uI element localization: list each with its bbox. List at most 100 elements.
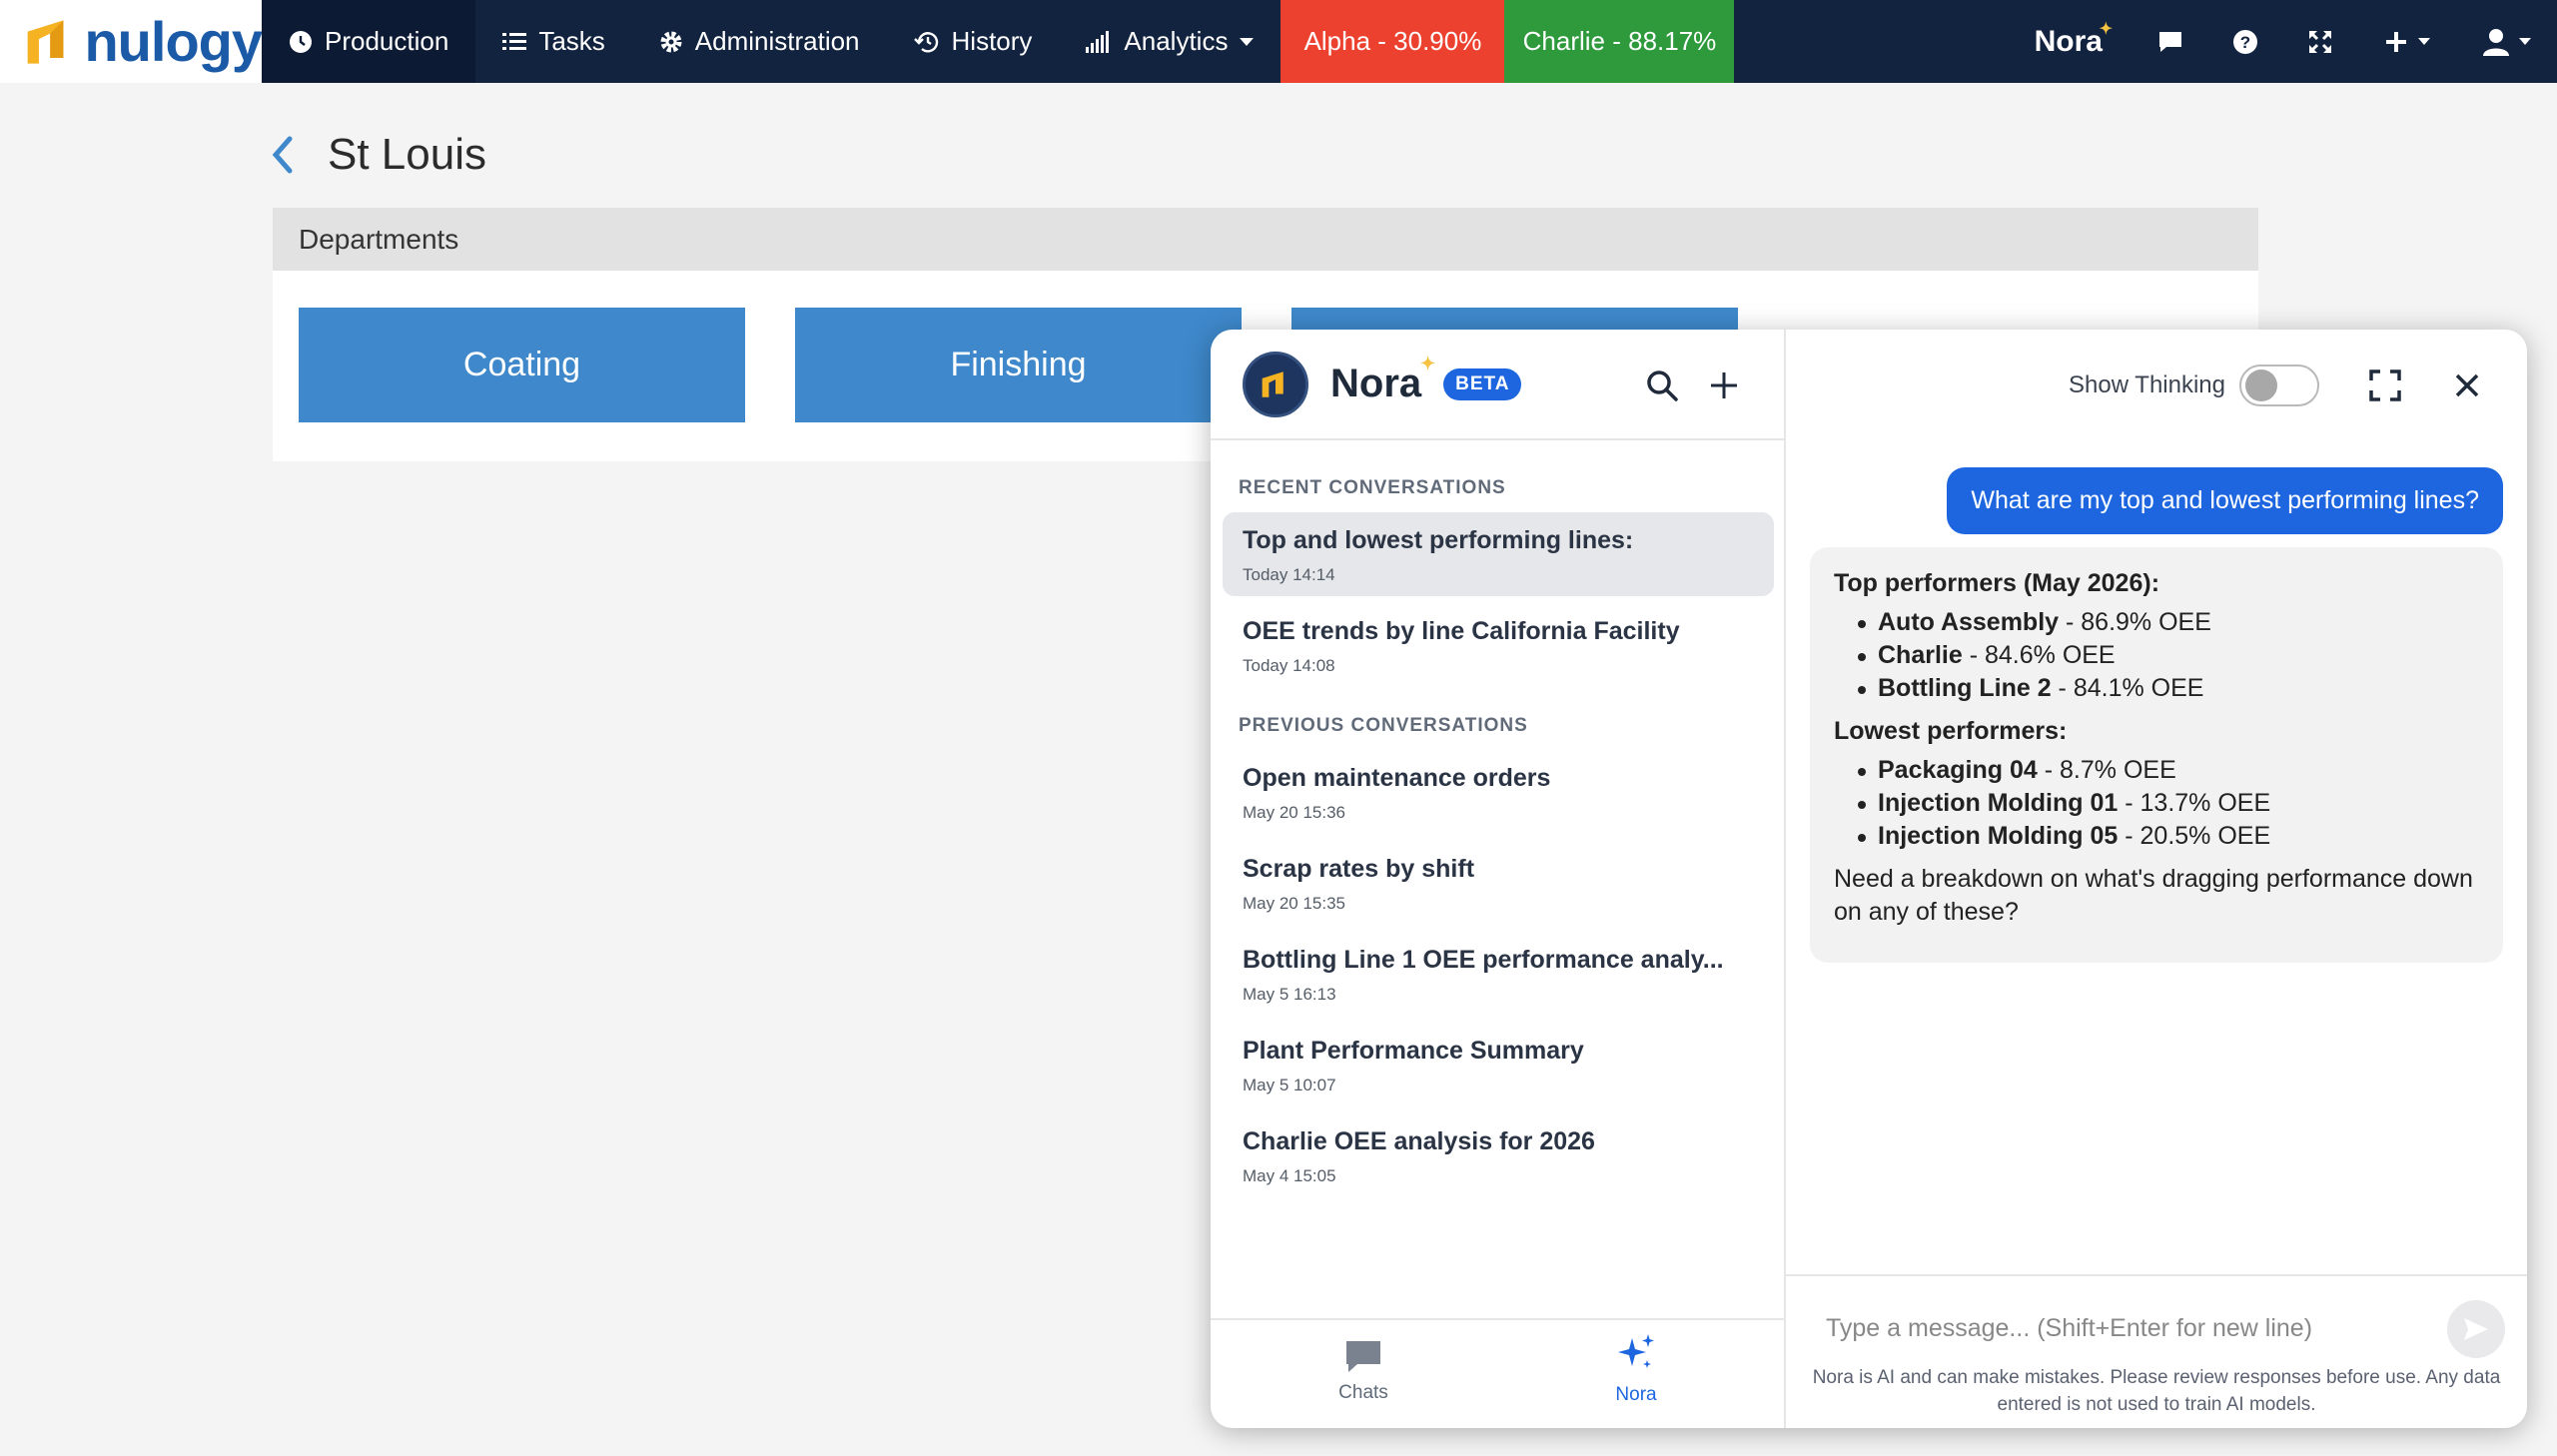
clock-icon — [290, 30, 312, 53]
close-icon[interactable] — [2447, 365, 2487, 405]
chat-bubble-icon — [1346, 1341, 1380, 1372]
previous-conversations-label: PREVIOUS CONVERSATIONS — [1239, 715, 1528, 736]
conversation-title: Charlie OEE analysis for 2026 — [1243, 1127, 1595, 1155]
nora-assistant-panel: Nora ✦ BETA RECENT CONVERSATIONS Top and … — [1211, 330, 2527, 1428]
chat-area: Show Thinking What are my top and lowest… — [1786, 330, 2527, 1428]
list-item: Injection Molding 01 - 13.7% OEE — [1858, 787, 2479, 820]
sparkle-icon — [1618, 1334, 1654, 1368]
svg-text:?: ? — [2239, 33, 2249, 52]
fullscreen-icon[interactable] — [2282, 0, 2357, 83]
tab-nora-label: Nora — [1615, 1384, 1657, 1405]
nav-analytics-label: Analytics — [1124, 26, 1229, 56]
conversation-item[interactable]: Open maintenance orders May 20 15:36 — [1223, 750, 1774, 834]
nora-title-text: Nora — [1330, 362, 1422, 405]
nav-administration[interactable]: Administration — [632, 0, 887, 83]
caret-down-icon — [1240, 37, 1255, 46]
beta-badge: BETA — [1443, 367, 1522, 400]
caret-down-icon — [2519, 38, 2531, 45]
message-input[interactable] — [1826, 1306, 2385, 1350]
conversation-title: Top and lowest performing lines: — [1243, 526, 1634, 554]
conversation-sidebar: Nora ✦ BETA RECENT CONVERSATIONS Top and … — [1211, 330, 1786, 1428]
conversation-title: Bottling Line 1 OEE performance analy... — [1243, 946, 1724, 974]
conversation-item[interactable]: Bottling Line 1 OEE performance analy...… — [1223, 932, 1774, 1016]
user-icon — [2483, 28, 2509, 56]
nav-tasks-label: Tasks — [538, 26, 605, 56]
add-menu-button[interactable] — [2357, 0, 2457, 83]
history-icon — [913, 31, 938, 52]
conversation-time: Today 14:08 — [1243, 656, 1335, 675]
nav-production-label: Production — [325, 26, 449, 56]
nora-launcher-label: Nora — [2034, 24, 2103, 58]
page-header: St Louis — [270, 130, 486, 180]
ai-disclaimer: Nora is AI and can make mistakes. Please… — [1812, 1367, 2501, 1415]
tab-chats[interactable]: Chats — [1264, 1338, 1463, 1404]
tab-nora[interactable]: Nora — [1536, 1332, 1736, 1406]
top-navigation-bar: nulogy Production Tasks Administration H… — [0, 0, 2557, 83]
list-item: Auto Assembly - 86.9% OEE — [1858, 606, 2479, 639]
conversation-time: May 20 15:35 — [1243, 894, 1346, 913]
conversation-title: Plant Performance Summary — [1243, 1037, 1584, 1065]
conversation-time: Today 14:14 — [1243, 565, 1335, 584]
lowest-performers-list: Packaging 04 - 8.7% OEE Injection Moldin… — [1834, 754, 2479, 853]
panel-tab-bar: Chats Nora — [1211, 1318, 1786, 1428]
sparkle-icon: ✦ — [1420, 354, 1436, 373]
nora-panel-header: Nora ✦ BETA — [1211, 330, 1784, 440]
nav-administration-label: Administration — [694, 26, 860, 56]
nav-analytics[interactable]: Analytics — [1059, 0, 1280, 83]
user-menu-button[interactable] — [2457, 0, 2557, 83]
conversation-item[interactable]: Charlie OEE analysis for 2026 May 4 15:0… — [1223, 1113, 1774, 1197]
sparkle-icon: ✦ — [2099, 20, 2113, 38]
tab-chats-label: Chats — [1338, 1382, 1388, 1403]
send-button[interactable] — [2447, 1300, 2505, 1358]
search-icon[interactable] — [1642, 365, 1682, 405]
help-icon[interactable]: ? — [2207, 0, 2282, 83]
nulogy-logo[interactable]: nulogy — [0, 0, 263, 83]
message-composer: Nora is AI and can make mistakes. Please… — [1786, 1274, 2527, 1428]
expand-icon[interactable] — [2365, 365, 2405, 405]
chat-icon[interactable] — [2132, 0, 2207, 83]
nulogy-logo-icon — [1262, 370, 1283, 397]
conversation-title: Scrap rates by shift — [1243, 855, 1475, 883]
show-thinking-toggle[interactable] — [2239, 364, 2319, 406]
caret-down-icon — [2418, 38, 2430, 45]
nora-launcher[interactable]: Nora ✦ — [2005, 21, 2132, 59]
new-conversation-icon[interactable] — [1704, 365, 1744, 405]
nav-history-label: History — [951, 26, 1033, 56]
conversation-item[interactable]: Scrap rates by shift May 20 15:35 — [1223, 841, 1774, 925]
list-icon — [502, 32, 527, 50]
list-item: Packaging 04 - 8.7% OEE — [1858, 754, 2479, 787]
top-performers-heading: Top performers (May 2026): — [1834, 569, 2160, 597]
nulogy-wordmark: nulogy — [84, 9, 263, 73]
conversation-item[interactable]: OEE trends by line California Facility T… — [1223, 603, 1774, 687]
send-icon — [2464, 1318, 2488, 1340]
top-performers-list: Auto Assembly - 86.9% OEE Charlie - 84.6… — [1834, 606, 2479, 705]
kpi-charlie[interactable]: Charlie - 88.17% — [1504, 0, 1735, 83]
nav-history[interactable]: History — [887, 0, 1060, 83]
assistant-followup: Need a breakdown on what's dragging perf… — [1834, 865, 2473, 926]
recent-conversations-label: RECENT CONVERSATIONS — [1239, 477, 1506, 498]
conversation-item[interactable]: Top and lowest performing lines: Today 1… — [1223, 512, 1774, 596]
lowest-performers-heading: Lowest performers: — [1834, 717, 2068, 745]
nora-avatar — [1243, 351, 1308, 417]
user-message: What are my top and lowest performing li… — [1947, 467, 2503, 534]
assistant-message: Top performers (May 2026): Auto Assembly… — [1810, 547, 2503, 963]
back-chevron-icon[interactable] — [270, 135, 300, 175]
department-coating-button[interactable]: Coating — [299, 308, 745, 422]
departments-header: Departments — [273, 208, 2258, 271]
nav-production[interactable]: Production — [262, 0, 476, 83]
page-title: St Louis — [328, 130, 486, 179]
plus-icon — [2386, 31, 2406, 52]
nav-tasks[interactable]: Tasks — [475, 0, 631, 83]
conversation-time: May 5 10:07 — [1243, 1076, 1336, 1094]
gear-icon — [660, 31, 682, 52]
department-finishing-button[interactable]: Finishing — [795, 308, 1242, 422]
conversation-title: Open maintenance orders — [1243, 764, 1551, 792]
nulogy-logo-icon — [27, 19, 64, 64]
list-item: Injection Molding 05 - 20.5% OEE — [1858, 820, 2479, 853]
conversation-item[interactable]: Plant Performance Summary May 5 10:07 — [1223, 1023, 1774, 1106]
show-thinking-label: Show Thinking — [2069, 370, 2225, 398]
list-item: Bottling Line 2 - 84.1% OEE — [1858, 672, 2479, 705]
chat-header: Show Thinking — [1786, 330, 2527, 440]
conversation-time: May 20 15:36 — [1243, 803, 1346, 822]
kpi-alpha[interactable]: Alpha - 30.90% — [1280, 0, 1505, 83]
